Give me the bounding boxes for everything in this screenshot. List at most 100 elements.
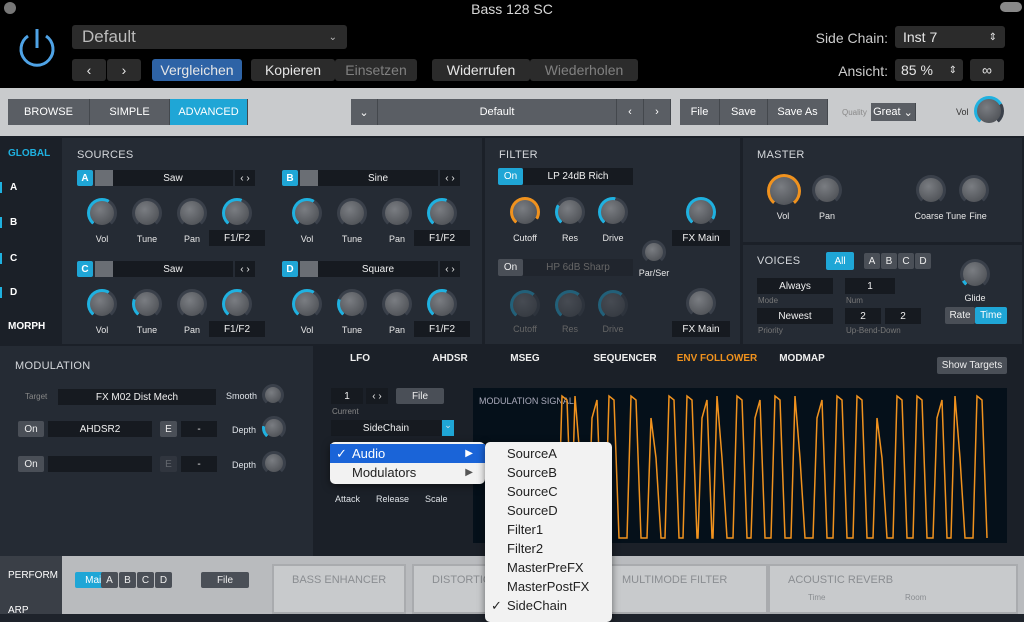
submenu-item[interactable]: SourceD (485, 501, 612, 520)
filter2-output-knob[interactable] (686, 288, 716, 318)
sidebar-item-arp[interactable]: ARP (0, 605, 62, 616)
voice-num-select[interactable]: 1 (845, 278, 895, 294)
submenu-item[interactable]: MasterPostFX (485, 577, 612, 596)
glide-rate-button[interactable]: Rate (945, 307, 975, 324)
save-button[interactable]: Save (720, 99, 768, 125)
perform-group-d[interactable]: D (155, 572, 172, 588)
master-volume-knob[interactable] (974, 96, 1004, 126)
route-select[interactable]: F1/F2 (414, 321, 470, 337)
source-toggle[interactable]: C (77, 261, 93, 277)
submenu-item[interactable]: SourceC (485, 482, 612, 501)
filter1-output-select[interactable]: FX Main (672, 230, 730, 246)
tab-sequencer[interactable]: SEQUENCER (580, 353, 670, 364)
voice-group-b[interactable]: B (881, 253, 897, 269)
route-knob[interactable] (427, 198, 457, 228)
filter2-cutoff-knob[interactable] (510, 290, 540, 320)
perform-group-a[interactable]: A (101, 572, 118, 588)
preset-menu-button[interactable]: ⌄ (351, 99, 378, 125)
fx-file-button[interactable]: File (201, 572, 249, 588)
sidebar-item-c[interactable]: C (0, 253, 62, 264)
next-preset-button[interactable]: › (107, 59, 141, 81)
tab-ahdsr[interactable]: AHDSR (412, 353, 488, 364)
route-knob[interactable] (222, 198, 252, 228)
preset-name[interactable]: Default (378, 99, 617, 125)
master-pan-knob[interactable] (812, 175, 842, 205)
source-knob[interactable] (87, 198, 117, 228)
mod-on-button[interactable]: On (18, 421, 44, 437)
source-knob[interactable] (177, 289, 207, 319)
next-button[interactable]: › (644, 99, 671, 125)
quality-select[interactable]: Great ⌄ (871, 103, 916, 121)
source-knob[interactable] (292, 198, 322, 228)
filter2-type-select[interactable]: HP 6dB Sharp (523, 259, 633, 276)
perform-group-c[interactable]: C (137, 572, 154, 588)
filter1-res-knob[interactable] (555, 197, 585, 227)
bend-down-select[interactable]: 2 (885, 308, 921, 324)
mod-e-button[interactable]: E (160, 421, 177, 437)
source-wave-select[interactable]: Sine (318, 170, 438, 186)
sidebar-item-a[interactable]: A (0, 182, 62, 193)
voice-priority-select[interactable]: Newest (757, 308, 833, 324)
mod-source-select[interactable] (48, 456, 152, 472)
mod-target-select[interactable]: FX M02 Dist Mech (58, 389, 216, 405)
mod-via-select[interactable]: - (181, 456, 217, 472)
filter2-drive-knob[interactable] (598, 290, 628, 320)
preset-dropdown[interactable]: Default ⌄ (72, 25, 347, 49)
perform-group-b[interactable]: B (119, 572, 136, 588)
view-zoom-select[interactable]: 85 % ⇕ (895, 59, 963, 81)
file-button[interactable]: File (680, 99, 720, 125)
route-select[interactable]: F1/F2 (209, 321, 265, 337)
voices-all-button[interactable]: All (826, 252, 854, 270)
sidebar-item-b[interactable]: B (0, 217, 62, 228)
sidebar-item-d[interactable]: D (0, 287, 62, 298)
tab-modmap[interactable]: MODMAP (762, 353, 842, 364)
sidechain-select[interactable]: Inst 7 ⇕ (895, 26, 1005, 48)
prev-preset-button[interactable]: ‹ (72, 59, 106, 81)
wave-prev-next[interactable]: ‹ › (235, 261, 255, 277)
route-select[interactable]: F1/F2 (209, 230, 265, 246)
env-file-button[interactable]: File (396, 388, 444, 404)
submenu-item[interactable]: ✓ SideChain (485, 596, 612, 615)
source-wave-select[interactable]: Square (318, 261, 438, 277)
source-knob[interactable] (177, 198, 207, 228)
depth-knob[interactable] (262, 416, 286, 440)
voice-mode-select[interactable]: Always (757, 278, 833, 294)
source-knob[interactable] (382, 198, 412, 228)
source-knob[interactable] (87, 289, 117, 319)
source-toggle[interactable]: A (77, 170, 93, 186)
paste-button[interactable]: Einsetzen (335, 59, 417, 81)
env-input-select[interactable]: SideChain (331, 420, 441, 436)
mod-source-select[interactable]: AHDSR2 (48, 421, 152, 437)
depth-knob[interactable] (262, 451, 286, 475)
compare-button[interactable]: Vergleichen (152, 59, 242, 81)
route-select[interactable]: F1/F2 (414, 230, 470, 246)
glide-knob[interactable] (960, 259, 990, 289)
coarse-tune-knob[interactable] (916, 175, 946, 205)
voice-group-a[interactable]: A (864, 253, 880, 269)
filter1-output-knob[interactable] (686, 197, 716, 227)
filter1-cutoff-knob[interactable] (510, 197, 540, 227)
redo-button[interactable]: Wiederholen (530, 59, 638, 81)
sidebar-item-perform[interactable]: PERFORM (0, 570, 62, 581)
submenu-item[interactable]: SourceB (485, 463, 612, 482)
source-wave-select[interactable]: Saw (113, 170, 233, 186)
source-knob[interactable] (337, 198, 367, 228)
filter2-on-button[interactable]: On (498, 259, 523, 276)
tab-env-follower[interactable]: ENV FOLLOWER (672, 353, 762, 364)
chevron-down-icon[interactable]: ⌄ (442, 420, 454, 436)
submenu-item[interactable]: Filter2 (485, 539, 612, 558)
mod-e-button[interactable]: E (160, 456, 177, 472)
route-knob[interactable] (427, 289, 457, 319)
show-targets-button[interactable]: Show Targets (937, 357, 1007, 374)
fx-bass-enhancer[interactable]: BASS ENHANCER (272, 564, 406, 614)
submenu-item[interactable]: Filter1 (485, 520, 612, 539)
save-as-button[interactable]: Save As (768, 99, 828, 125)
tab-browse[interactable]: BROWSE (8, 99, 90, 125)
source-toggle[interactable]: D (282, 261, 298, 277)
tab-simple[interactable]: SIMPLE (90, 99, 170, 125)
wave-prev-next[interactable]: ‹ › (235, 170, 255, 186)
submenu-item[interactable]: MasterPreFX (485, 558, 612, 577)
filter1-drive-knob[interactable] (598, 197, 628, 227)
source-knob[interactable] (382, 289, 412, 319)
prev-button[interactable]: ‹ (617, 99, 644, 125)
